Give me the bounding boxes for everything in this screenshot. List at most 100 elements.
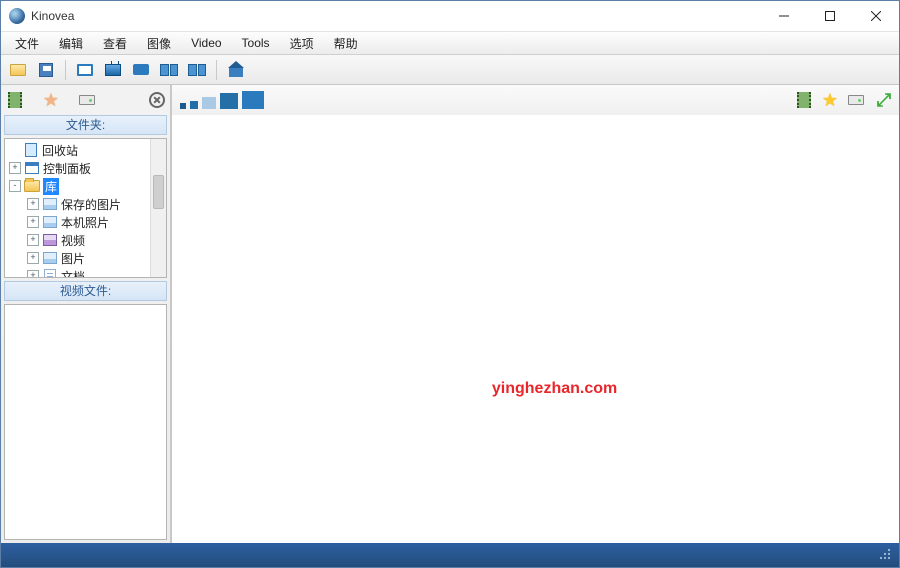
tv-button[interactable] [102, 59, 124, 81]
film-icon [797, 92, 811, 108]
dual-screen-icon [160, 64, 178, 76]
size-step-icon [190, 101, 198, 109]
tree-expander[interactable]: - [9, 180, 21, 192]
app-icon [9, 8, 25, 24]
img-icon [43, 198, 57, 210]
dual-playback-icon [188, 64, 206, 76]
open-button[interactable] [7, 59, 29, 81]
resize-grip[interactable] [879, 548, 893, 562]
video-file-list[interactable] [4, 304, 167, 540]
camera-button[interactable] [130, 59, 152, 81]
vid-icon [43, 234, 57, 246]
view-cameras-button[interactable] [847, 91, 865, 109]
doc-icon [44, 269, 56, 278]
home-button[interactable] [225, 59, 247, 81]
tree-node[interactable]: + 本机照片 [7, 213, 164, 231]
menu-options[interactable]: 选项 [280, 32, 324, 55]
workspace-canvas[interactable]: yinghezhan.com [172, 115, 899, 543]
menu-video[interactable]: Video [181, 33, 231, 53]
tree-label: 本机照片 [61, 214, 109, 231]
folder-icon [24, 180, 40, 192]
tab-cameras[interactable] [78, 91, 96, 109]
bin-icon [25, 143, 37, 157]
thumbnail-size-slider[interactable] [180, 91, 264, 109]
folder-open-icon [10, 64, 26, 76]
toolbar [1, 55, 899, 85]
expand-icon: ⤢ [877, 90, 887, 111]
size-step-icon [220, 93, 238, 109]
size-step-icon [242, 91, 264, 109]
menu-help[interactable]: 帮助 [324, 32, 368, 55]
menu-edit[interactable]: 编辑 [49, 32, 93, 55]
drive-icon [79, 95, 95, 105]
watermark-text: yinghezhan.com [492, 380, 617, 398]
dual-screen-button[interactable] [158, 59, 180, 81]
minimize-button[interactable] [761, 1, 807, 31]
star-icon: ★ [43, 93, 59, 107]
img-icon [43, 216, 57, 228]
tab-shortcuts[interactable]: ★ [42, 91, 60, 109]
menu-file[interactable]: 文件 [5, 32, 49, 55]
size-step-icon [202, 97, 216, 109]
menu-tools[interactable]: Tools [232, 33, 280, 53]
menu-view[interactable]: 查看 [93, 32, 137, 55]
tree-node[interactable]: 回收站 [7, 141, 164, 159]
tree-expander[interactable]: + [27, 216, 39, 228]
close-button[interactable] [853, 1, 899, 31]
app-window: Kinovea 文件 编辑 查看 图像 Video Tools 选项 帮助 [0, 0, 900, 568]
explorer-pane: ★ 文件夹: 回收站+控制面板-库+保存的图片+本机照片+视频+图片+文档 视频… [1, 85, 171, 543]
tree-node[interactable]: -库 [7, 177, 164, 195]
window-title: Kinovea [31, 9, 761, 23]
folder-tree[interactable]: 回收站+控制面板-库+保存的图片+本机照片+视频+图片+文档 [4, 138, 167, 278]
tree-label: 库 [43, 178, 59, 195]
film-icon [8, 92, 22, 108]
tree-label: 文档 [61, 268, 85, 279]
tree-node[interactable]: + 图片 [7, 249, 164, 267]
dual-playback-button[interactable] [186, 59, 208, 81]
tree-node[interactable]: + 保存的图片 [7, 195, 164, 213]
tree-label: 控制面板 [43, 160, 91, 177]
tab-files[interactable] [6, 91, 24, 109]
tree-scrollbar[interactable] [150, 139, 166, 277]
star-icon: ★ [822, 93, 838, 107]
view-shortcuts-button[interactable]: ★ [821, 91, 839, 109]
drive-icon [848, 95, 864, 105]
toolbar-separator [65, 60, 66, 80]
folders-header: 文件夹: [4, 115, 167, 135]
tree-node[interactable]: + 控制面板 [7, 159, 164, 177]
panel-icon [25, 162, 39, 174]
tree-label: 保存的图片 [61, 196, 121, 213]
tree-expander[interactable]: + [9, 162, 21, 174]
home-icon [229, 63, 243, 77]
tree-expander[interactable]: + [27, 234, 39, 246]
camera-icon [133, 64, 149, 75]
tree-node[interactable]: + 文档 [7, 267, 164, 278]
scroll-thumb[interactable] [153, 175, 164, 209]
videos-header: 视频文件: [4, 281, 167, 301]
body: ★ 文件夹: 回收站+控制面板-库+保存的图片+本机照片+视频+图片+文档 视频… [1, 85, 899, 543]
tree-node[interactable]: + 视频 [7, 231, 164, 249]
close-explorer-button[interactable] [149, 92, 165, 108]
size-step-icon [180, 103, 186, 109]
statusbar [1, 543, 899, 567]
workspace-toolbar: ★ ⤢ [172, 85, 899, 115]
save-button[interactable] [35, 59, 57, 81]
img-icon [43, 252, 57, 264]
maximize-button[interactable] [807, 1, 853, 31]
tree-label: 图片 [61, 250, 85, 267]
tv-icon [105, 64, 121, 76]
screen-icon [77, 64, 93, 76]
explorer-tabs: ★ [4, 88, 167, 112]
screen-button[interactable] [74, 59, 96, 81]
view-files-button[interactable] [795, 91, 813, 109]
fullscreen-button[interactable]: ⤢ [873, 91, 891, 109]
menubar: 文件 编辑 查看 图像 Video Tools 选项 帮助 [1, 31, 899, 55]
menu-image[interactable]: 图像 [137, 32, 181, 55]
toolbar-separator [216, 60, 217, 80]
workspace-pane: ★ ⤢ yinghezhan.com [171, 85, 899, 543]
save-icon [39, 63, 53, 77]
tree-expander[interactable]: + [27, 252, 39, 264]
tree-expander[interactable]: + [27, 198, 39, 210]
tree-label: 视频 [61, 232, 85, 249]
tree-expander[interactable]: + [27, 270, 39, 278]
